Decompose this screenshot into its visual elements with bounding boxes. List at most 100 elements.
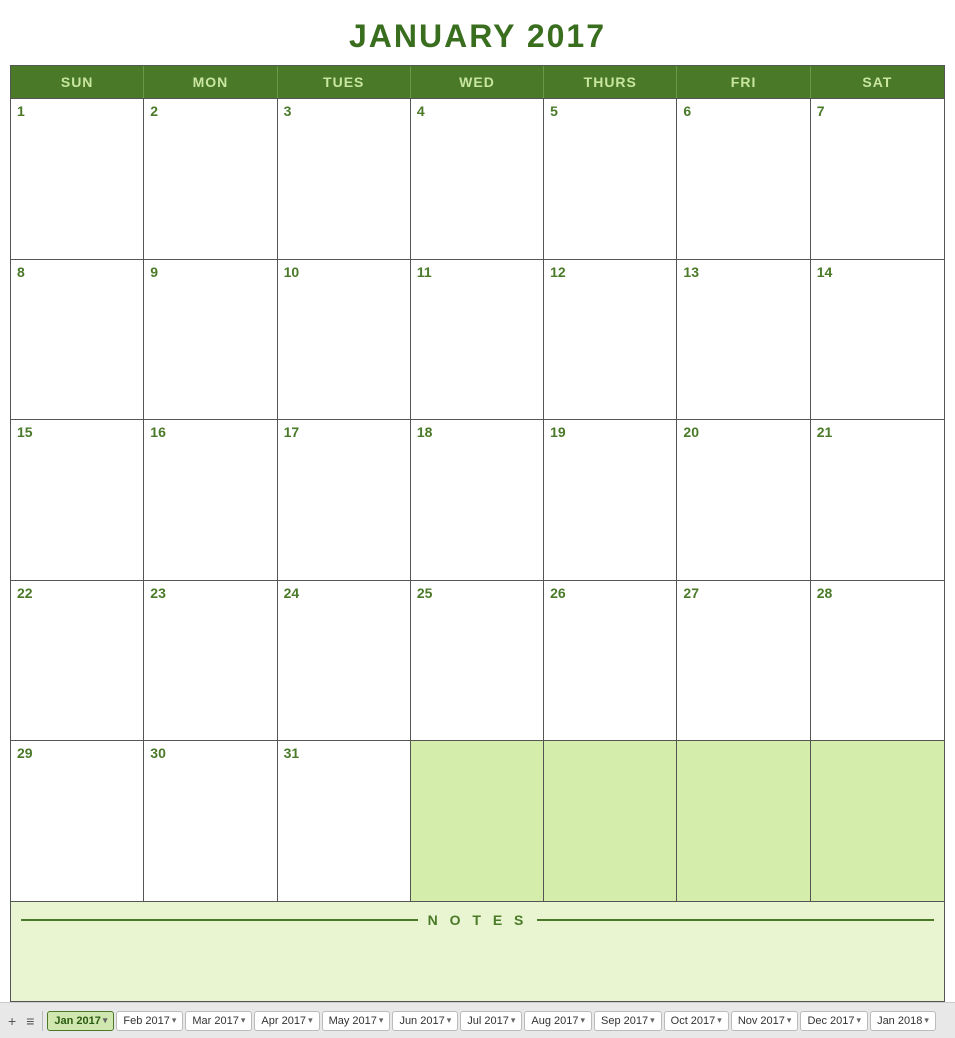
day-number: 25 xyxy=(417,585,537,601)
tab-item-mar-2017[interactable]: Mar 2017▾ xyxy=(185,1011,252,1031)
calendar-title: JANUARY 2017 xyxy=(10,10,945,65)
day-cell[interactable]: 20 xyxy=(677,420,810,580)
tab-label: Sep 2017 xyxy=(601,1015,648,1027)
day-cell[interactable]: 22 xyxy=(11,581,144,741)
day-cell[interactable]: 29 xyxy=(11,741,144,901)
day-cell[interactable]: 31 xyxy=(278,741,411,901)
tab-label: Dec 2017 xyxy=(807,1015,854,1027)
day-header-mon: MON xyxy=(144,66,277,98)
day-cell[interactable]: 17 xyxy=(278,420,411,580)
day-header-tues: TUES xyxy=(278,66,411,98)
tab-dropdown-icon: ▾ xyxy=(241,1015,246,1026)
day-cell[interactable]: 8 xyxy=(11,260,144,420)
tab-dropdown-icon: ▾ xyxy=(650,1015,655,1026)
day-number: 16 xyxy=(150,424,270,440)
tab-item-feb-2017[interactable]: Feb 2017▾ xyxy=(116,1011,183,1031)
day-number: 10 xyxy=(284,264,404,280)
day-cell[interactable]: 19 xyxy=(544,420,677,580)
tab-dropdown-icon: ▾ xyxy=(103,1015,108,1026)
day-cell[interactable]: 2 xyxy=(144,99,277,259)
tab-label: Mar 2017 xyxy=(192,1015,238,1027)
day-cell[interactable]: 4 xyxy=(411,99,544,259)
day-cell[interactable]: 7 xyxy=(811,99,944,259)
day-cell[interactable]: 27 xyxy=(677,581,810,741)
day-cell[interactable]: 1 xyxy=(11,99,144,259)
day-number: 20 xyxy=(683,424,803,440)
day-cell[interactable] xyxy=(411,741,544,901)
day-cell[interactable]: 18 xyxy=(411,420,544,580)
day-cell[interactable]: 25 xyxy=(411,581,544,741)
tab-item-jan-2018[interactable]: Jan 2018▾ xyxy=(870,1011,936,1031)
tab-dropdown-icon: ▾ xyxy=(447,1015,452,1026)
tab-item-apr-2017[interactable]: Apr 2017▾ xyxy=(254,1011,319,1031)
day-number: 4 xyxy=(417,103,537,119)
day-number: 28 xyxy=(817,585,938,601)
tab-label: Feb 2017 xyxy=(123,1015,169,1027)
day-cell[interactable]: 16 xyxy=(144,420,277,580)
tab-item-aug-2017[interactable]: Aug 2017▾ xyxy=(524,1011,592,1031)
day-number: 6 xyxy=(683,103,803,119)
day-cell[interactable]: 5 xyxy=(544,99,677,259)
tab-item-dec-2017[interactable]: Dec 2017▾ xyxy=(800,1011,868,1031)
notes-line-right xyxy=(537,919,934,921)
day-number: 7 xyxy=(817,103,938,119)
day-cell[interactable]: 14 xyxy=(811,260,944,420)
tab-label: Jan 2017 xyxy=(54,1015,100,1027)
day-number: 24 xyxy=(284,585,404,601)
tab-separator xyxy=(42,1011,43,1031)
day-cell[interactable]: 24 xyxy=(278,581,411,741)
calendar-grid: SUNMONTUESWEDTHURSFRISAT 123456789101112… xyxy=(10,65,945,1002)
day-cell[interactable] xyxy=(544,741,677,901)
day-cell[interactable]: 23 xyxy=(144,581,277,741)
day-cell[interactable]: 15 xyxy=(11,420,144,580)
week-row-3: 15 16 17 18 19 20 21 xyxy=(11,419,944,580)
day-number: 29 xyxy=(17,745,137,761)
day-cell[interactable]: 3 xyxy=(278,99,411,259)
day-number: 2 xyxy=(150,103,270,119)
tab-bar: + ≡ Jan 2017▾Feb 2017▾Mar 2017▾Apr 2017▾… xyxy=(0,1002,955,1038)
week-row-5: 29 3031 xyxy=(11,740,944,901)
tab-item-jun-2017[interactable]: Jun 2017▾ xyxy=(392,1011,458,1031)
day-cell[interactable]: 28 xyxy=(811,581,944,741)
day-cell[interactable]: 11 xyxy=(411,260,544,420)
day-cell[interactable]: 9 xyxy=(144,260,277,420)
day-number: 18 xyxy=(417,424,537,440)
day-cell[interactable]: 26 xyxy=(544,581,677,741)
tab-dropdown-icon: ▾ xyxy=(511,1015,516,1026)
menu-button[interactable]: ≡ xyxy=(22,1011,38,1031)
tab-item-jul-2017[interactable]: Jul 2017▾ xyxy=(460,1011,522,1031)
week-row-2: 89 10 11 12 13 14 xyxy=(11,259,944,420)
tab-item-oct-2017[interactable]: Oct 2017▾ xyxy=(664,1011,729,1031)
add-tab-button[interactable]: + xyxy=(4,1011,20,1031)
notes-row: N O T E S xyxy=(11,901,944,1001)
day-cell[interactable]: 6 xyxy=(677,99,810,259)
weeks-container: 1234567891011121314151617181920212223242… xyxy=(11,98,944,901)
tab-item-nov-2017[interactable]: Nov 2017▾ xyxy=(731,1011,799,1031)
day-cell[interactable]: 21 xyxy=(811,420,944,580)
day-cell[interactable]: 12 xyxy=(544,260,677,420)
tab-dropdown-icon: ▾ xyxy=(787,1015,792,1026)
day-cell[interactable]: 30 xyxy=(144,741,277,901)
notes-label: N O T E S xyxy=(428,912,528,928)
day-header-sat: SAT xyxy=(811,66,944,98)
day-cell[interactable] xyxy=(677,741,810,901)
tab-label: Jul 2017 xyxy=(467,1015,509,1027)
day-number: 9 xyxy=(150,264,270,280)
tab-item-sep-2017[interactable]: Sep 2017▾ xyxy=(594,1011,662,1031)
tab-dropdown-icon: ▾ xyxy=(857,1015,862,1026)
day-header-thurs: THURS xyxy=(544,66,677,98)
day-number: 26 xyxy=(550,585,670,601)
day-number: 23 xyxy=(150,585,270,601)
day-header-sun: SUN xyxy=(11,66,144,98)
notes-label-container: N O T E S xyxy=(21,912,934,928)
day-cell[interactable] xyxy=(811,741,944,901)
day-number: 3 xyxy=(284,103,404,119)
day-header-wed: WED xyxy=(411,66,544,98)
tab-dropdown-icon: ▾ xyxy=(308,1015,313,1026)
day-number: 13 xyxy=(683,264,803,280)
day-number: 12 xyxy=(550,264,670,280)
day-cell[interactable]: 10 xyxy=(278,260,411,420)
day-cell[interactable]: 13 xyxy=(677,260,810,420)
tab-item-jan-2017[interactable]: Jan 2017▾ xyxy=(47,1011,114,1031)
tab-item-may-2017[interactable]: May 2017▾ xyxy=(322,1011,391,1031)
